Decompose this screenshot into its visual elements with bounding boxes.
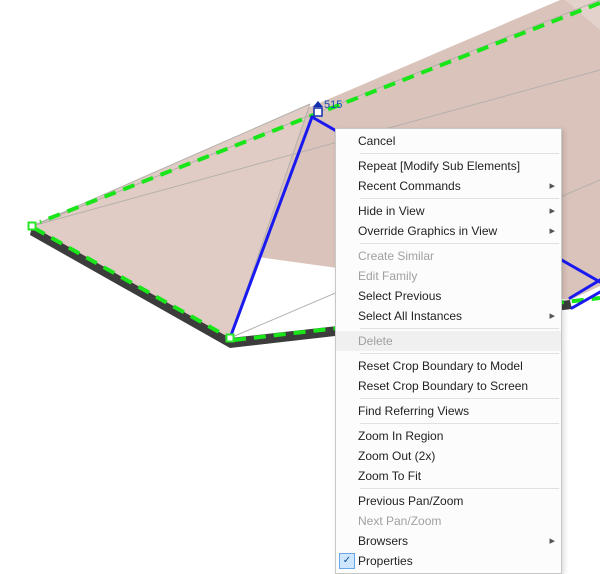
menu-item-recent[interactable]: Recent Commands▸	[336, 176, 561, 196]
menu-item-label: Create Similar	[358, 246, 545, 266]
crop-grip-bottom[interactable]	[226, 334, 235, 343]
chevron-right-icon: ▸	[545, 221, 555, 241]
menu-item-reset-crop-screen[interactable]: Reset Crop Boundary to Screen	[336, 376, 561, 396]
menu-item-cancel[interactable]: Cancel	[336, 131, 561, 151]
menu-item-find-ref-views[interactable]: Find Referring Views	[336, 401, 561, 421]
menu-item-repeat[interactable]: Repeat [Modify Sub Elements]	[336, 156, 561, 176]
menu-item-label: Zoom To Fit	[358, 466, 545, 486]
menu-item-label: Repeat [Modify Sub Elements]	[358, 156, 545, 176]
menu-item-edit-family: Edit Family	[336, 266, 561, 286]
menu-item-label: Edit Family	[358, 266, 545, 286]
crop-grip-left[interactable]	[28, 222, 37, 231]
menu-separator	[360, 198, 559, 199]
menu-item-label: Cancel	[358, 131, 545, 151]
menu-separator	[360, 423, 559, 424]
menu-item-label: Select All Instances	[358, 306, 545, 326]
vertex-elevation-label: 515	[324, 99, 342, 111]
check-icon: ✓	[336, 553, 358, 569]
menu-item-label: Override Graphics in View	[358, 221, 545, 241]
menu-item-label: Hide in View	[358, 201, 545, 221]
chevron-right-icon: ▸	[545, 531, 555, 551]
menu-item-select-all-inst[interactable]: Select All Instances▸	[336, 306, 561, 326]
menu-item-label: Delete	[358, 331, 545, 351]
menu-item-browsers[interactable]: Browsers▸	[336, 531, 561, 551]
menu-item-override-gfx[interactable]: Override Graphics in View▸	[336, 221, 561, 241]
menu-item-properties[interactable]: ✓Properties	[336, 551, 561, 571]
menu-item-label: Reset Crop Boundary to Model	[358, 356, 545, 376]
menu-item-select-previous[interactable]: Select Previous	[336, 286, 561, 306]
menu-item-label: Reset Crop Boundary to Screen	[358, 376, 545, 396]
menu-separator	[360, 153, 559, 154]
menu-item-zoom-in-region[interactable]: Zoom In Region	[336, 426, 561, 446]
menu-item-label: Browsers	[358, 531, 545, 551]
chevron-right-icon: ▸	[545, 306, 555, 326]
menu-item-create-similar: Create Similar	[336, 246, 561, 266]
menu-item-zoom-to-fit[interactable]: Zoom To Fit	[336, 466, 561, 486]
menu-item-label: Find Referring Views	[358, 401, 545, 421]
menu-separator	[360, 243, 559, 244]
menu-item-prev-pan-zoom[interactable]: Previous Pan/Zoom	[336, 491, 561, 511]
menu-item-label: Recent Commands	[358, 176, 545, 196]
menu-separator	[360, 328, 559, 329]
menu-item-zoom-out-2x[interactable]: Zoom Out (2x)	[336, 446, 561, 466]
context-menu: Cancel Repeat [Modify Sub Elements]Recent…	[335, 128, 562, 574]
menu-item-label: Properties	[358, 551, 545, 571]
menu-item-label: Select Previous	[358, 286, 545, 306]
menu-separator	[360, 353, 559, 354]
menu-item-label: Next Pan/Zoom	[358, 511, 545, 531]
menu-item-label: Previous Pan/Zoom	[358, 491, 545, 511]
menu-item-reset-crop-model[interactable]: Reset Crop Boundary to Model	[336, 356, 561, 376]
menu-item-delete: Delete	[336, 331, 561, 351]
chevron-right-icon: ▸	[545, 201, 555, 221]
menu-separator	[360, 488, 559, 489]
menu-item-label: Zoom In Region	[358, 426, 545, 446]
menu-item-label: Zoom Out (2x)	[358, 446, 545, 466]
menu-separator	[360, 398, 559, 399]
menu-item-hide-in-view[interactable]: Hide in View▸	[336, 201, 561, 221]
chevron-right-icon: ▸	[545, 176, 555, 196]
menu-item-next-pan-zoom: Next Pan/Zoom	[336, 511, 561, 531]
